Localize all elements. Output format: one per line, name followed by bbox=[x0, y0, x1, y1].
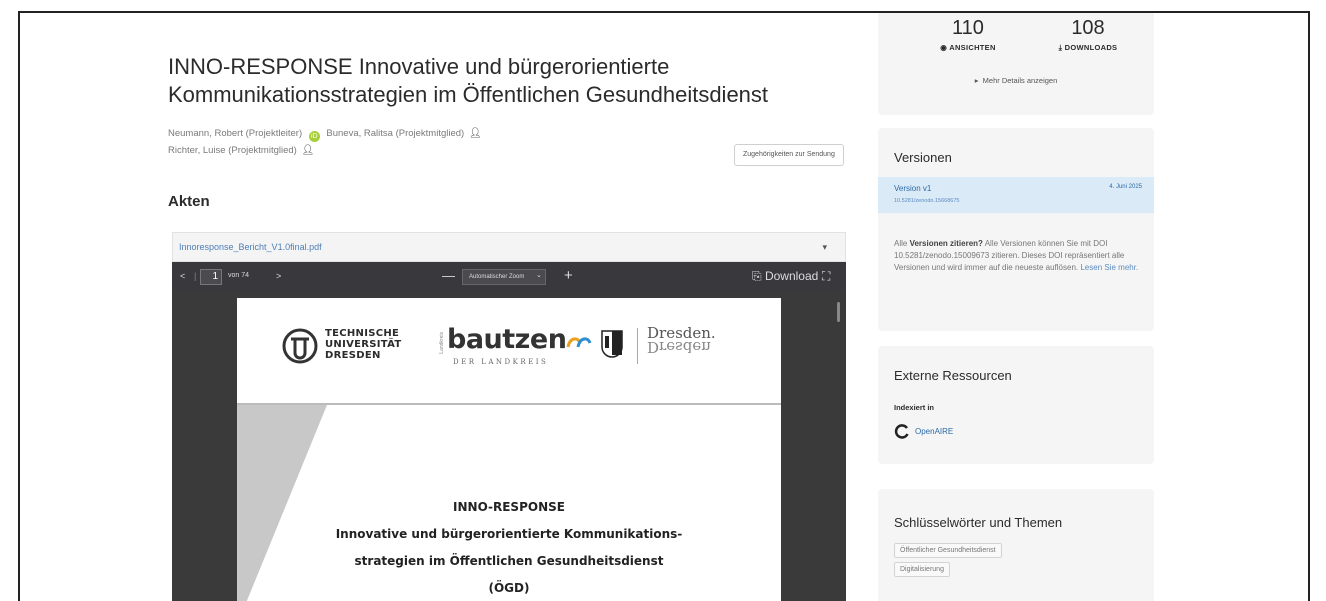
previous-page-icon[interactable]: < bbox=[180, 262, 185, 290]
eye-icon: ◉ bbox=[940, 43, 948, 52]
pdf-page: TECHNISCHE UNIVERSITÄT DRESDEN Landkreis… bbox=[237, 298, 781, 601]
views-label: ◉ ANSICHTEN bbox=[940, 43, 996, 52]
zoom-in-icon[interactable]: + bbox=[564, 262, 573, 290]
logo-row: TECHNISCHE UNIVERSITÄT DRESDEN Landkreis… bbox=[237, 318, 781, 388]
keywords-heading: Schlüsselwörter und Themen bbox=[894, 515, 1063, 530]
tu-dresden-logo bbox=[282, 328, 318, 364]
tu-dresden-wordmark: TECHNISCHE UNIVERSITÄT DRESDEN bbox=[325, 328, 402, 361]
keyword-tag[interactable]: Öffentlicher Gesundheitsdienst bbox=[894, 543, 1002, 558]
creators-list: Neumann, Robert (Projektleiter) iD Bunev… bbox=[168, 125, 482, 159]
files-heading: Akten bbox=[168, 193, 210, 210]
pdf-scrollbar[interactable] bbox=[837, 302, 840, 322]
page-frame: INNO-RESPONSE Innovative und bürgerorien… bbox=[18, 11, 1310, 601]
version-item-current[interactable]: Version v1 4. Juni 2025 10.5281/zenodo.1… bbox=[878, 177, 1154, 213]
external-resources-card: Externe Ressourcen Indexiert in OpenAIRE bbox=[878, 346, 1154, 464]
next-page-icon[interactable]: > bbox=[276, 262, 281, 290]
downloads-label: ⤓ DOWNLOADS bbox=[1058, 43, 1118, 52]
zoom-chevron-icon[interactable]: ⌄ bbox=[536, 262, 542, 290]
creator-link[interactable]: Richter, Luise (Projektmitglied) bbox=[168, 145, 297, 156]
zoom-select[interactable]: Automatischer Zoom bbox=[462, 268, 546, 285]
version-name[interactable]: Version v1 bbox=[894, 184, 931, 193]
person-icon: 👤︎ bbox=[468, 128, 482, 139]
version-date: 4. Juni 2025 bbox=[1109, 184, 1142, 190]
dresden-crest-logo bbox=[601, 330, 623, 358]
person-icon: 👤︎ bbox=[301, 145, 315, 156]
zoom-out-icon[interactable]: — bbox=[442, 262, 455, 290]
orcid-icon[interactable]: iD bbox=[308, 131, 320, 142]
versions-heading: Versionen bbox=[894, 150, 952, 165]
pdf-toolbar: < | 1 von 74 > — Automatischer Zoom ⌄ + … bbox=[172, 262, 846, 290]
page-number-input[interactable]: 1 bbox=[200, 268, 222, 285]
pdf-viewer[interactable]: < | 1 von 74 > — Automatischer Zoom ⌄ + … bbox=[172, 262, 846, 601]
versions-note: Alle Versionen zitieren? Alle Versionen … bbox=[894, 239, 1139, 272]
creator-link[interactable]: Buneva, Ralitsa (Projektmitglied) bbox=[326, 128, 464, 139]
indexed-in-label: Indexiert in bbox=[894, 403, 935, 412]
fullscreen-icon[interactable]: ⛶ bbox=[822, 262, 830, 290]
affiliations-button[interactable]: Zugehörigkeiten zur Sendung bbox=[734, 144, 844, 166]
views-count: 110 bbox=[952, 17, 984, 39]
version-doi: 10.5281/zenodo.15668675 bbox=[894, 198, 960, 204]
bautzen-logo: bautzen bbox=[447, 324, 592, 355]
more-details-toggle[interactable]: ▸ Mehr Details anzeigen bbox=[878, 76, 1154, 85]
openaire-icon bbox=[894, 424, 909, 439]
logo-divider bbox=[637, 328, 638, 364]
file-accordion[interactable]: Innoresponse_Bericht_V1.0final.pdf ▾ bbox=[172, 232, 846, 262]
chevron-down-icon[interactable]: ▾ bbox=[822, 233, 827, 261]
bautzen-subtitle: DER LANDKREIS bbox=[453, 358, 549, 366]
file-name-link[interactable]: Innoresponse_Bericht_V1.0final.pdf bbox=[179, 242, 322, 252]
openaire-link[interactable]: OpenAIRE bbox=[894, 423, 953, 441]
versions-card: Versionen Version v1 4. Juni 2025 10.528… bbox=[878, 128, 1154, 331]
external-heading: Externe Ressourcen bbox=[894, 368, 1012, 383]
dresden-logo: Dresden. Dresden bbox=[647, 324, 716, 357]
stats-card: 110 108 ◉ ANSICHTEN ⤓ DOWNLOADS ▸ Mehr D… bbox=[878, 13, 1154, 115]
caret-right-icon: ▸ bbox=[974, 76, 979, 85]
download-button[interactable]: ⎘ Download bbox=[752, 262, 818, 290]
downloads-count: 108 bbox=[1071, 17, 1105, 39]
download-icon: ⤓ bbox=[1058, 43, 1063, 52]
page-total: von 74 bbox=[228, 272, 250, 279]
keyword-tag[interactable]: Digitalisierung bbox=[894, 562, 950, 577]
keywords-card: Schlüsselwörter und Themen Öffentlicher … bbox=[878, 489, 1154, 601]
download-icon: ⎘ bbox=[752, 269, 762, 283]
creator-link[interactable]: Neumann, Robert (Projektleiter) bbox=[168, 128, 302, 139]
record-title: INNO-RESPONSE Innovative und bürgerorien… bbox=[168, 54, 769, 107]
document-title: INNO-RESPONSE Innovative und bürgerorien… bbox=[335, 500, 683, 595]
bautzen-side-label: Landkreis bbox=[439, 332, 445, 354]
toolbar-separator: | bbox=[194, 271, 197, 281]
read-more-link[interactable]: Lesen Sie mehr. bbox=[1080, 263, 1138, 272]
